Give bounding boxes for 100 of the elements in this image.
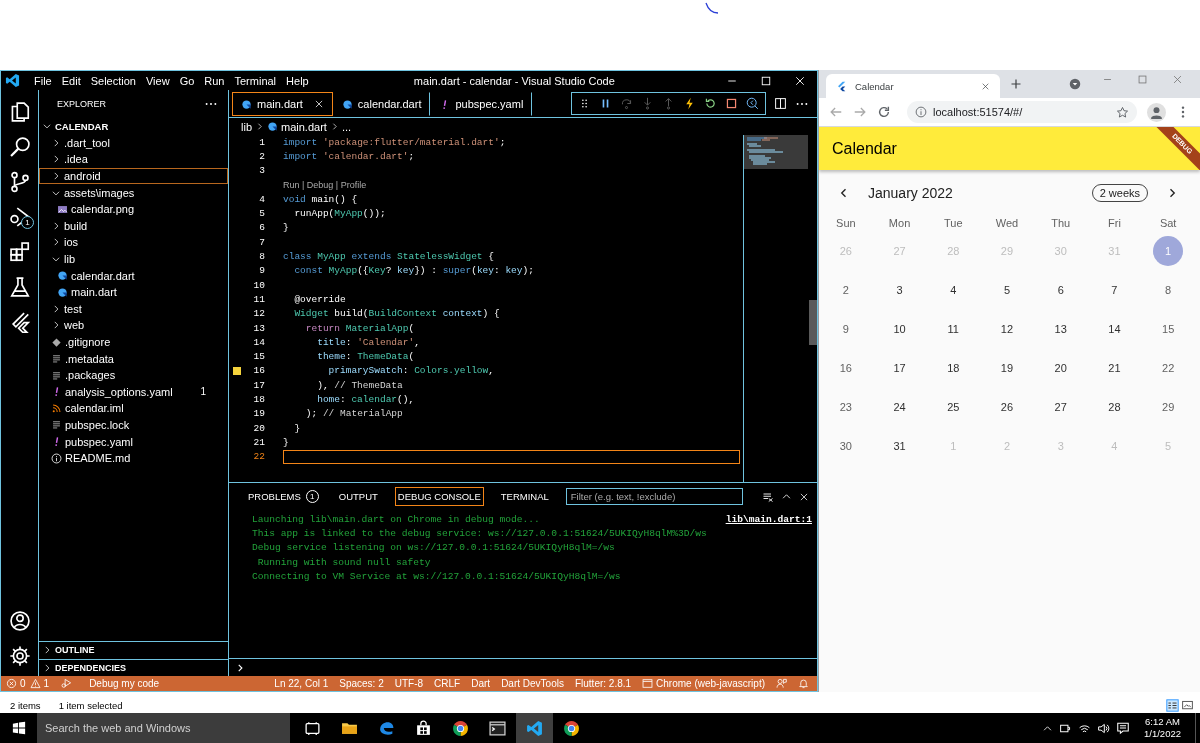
calendar-day[interactable]: 30 xyxy=(830,430,861,461)
tree-item[interactable]: calendar.png xyxy=(39,200,228,218)
stop-icon[interactable] xyxy=(725,97,738,110)
calendar-day[interactable]: 18 xyxy=(938,352,969,383)
run-debug-icon[interactable] xyxy=(8,205,31,228)
calendar-day[interactable]: 23 xyxy=(830,391,861,422)
breadcrumb-item[interactable]: main.dart xyxy=(281,120,327,133)
account-icon[interactable] xyxy=(8,609,31,632)
source-link[interactable]: lib\main.dart:1 xyxy=(725,513,812,525)
status-item[interactable]: 0 xyxy=(6,678,26,689)
tree-item[interactable]: build xyxy=(39,217,228,235)
calendar-day[interactable]: 5 xyxy=(992,274,1022,305)
windows-logo-icon[interactable] xyxy=(11,721,26,735)
maximize-icon[interactable] xyxy=(760,74,772,87)
tree-item[interactable]: android xyxy=(39,167,228,185)
calendar-day[interactable]: 28 xyxy=(1099,391,1130,422)
tree-item[interactable]: test xyxy=(39,300,228,318)
menu-item[interactable]: File xyxy=(29,74,57,87)
calendar-day[interactable]: 6 xyxy=(1045,274,1076,305)
search-icon[interactable] xyxy=(8,135,31,158)
tree-item[interactable]: main.dart xyxy=(39,283,228,301)
panel-tab[interactable]: PROBLEMS 1 xyxy=(245,486,322,507)
filter-field[interactable]: Filter (e.g. text, !exclude) xyxy=(565,488,743,505)
tree-item[interactable]: .packages xyxy=(39,366,228,384)
status-item[interactable] xyxy=(798,678,809,689)
clear-all-icon[interactable] xyxy=(762,490,774,503)
tree-item[interactable]: calendar.dart xyxy=(39,267,228,284)
settings-icon[interactable] xyxy=(8,644,31,667)
calendar-day[interactable]: 27 xyxy=(1045,391,1076,422)
tree-item[interactable]: lib xyxy=(39,250,228,268)
tab-search-icon[interactable] xyxy=(1069,78,1081,90)
status-item[interactable]: Dart DevTools xyxy=(501,678,564,689)
status-item[interactable] xyxy=(776,678,787,689)
tree-item[interactable]: assets\images xyxy=(39,184,228,201)
calendar-day[interactable]: 25 xyxy=(938,391,969,422)
tree-item[interactable]: analysis_options.yaml 1 xyxy=(39,383,228,401)
calendar-day[interactable]: 15 xyxy=(1153,313,1184,344)
calendar-day[interactable]: 7 xyxy=(1099,274,1130,305)
source-control-icon[interactable] xyxy=(8,170,31,193)
tree-item[interactable]: .gitignore xyxy=(39,333,228,351)
menu-item[interactable]: Go xyxy=(174,74,200,87)
calendar-day[interactable]: 11 xyxy=(938,313,969,344)
status-item[interactable]: Ln 22, Col 1 xyxy=(274,678,329,689)
status-item[interactable]: 1 xyxy=(29,678,50,689)
picture-view-icon[interactable] xyxy=(1181,698,1194,712)
menu-item[interactable]: Terminal xyxy=(229,74,282,87)
tree-item[interactable]: .dart_tool xyxy=(39,134,228,152)
extensions-icon[interactable] xyxy=(8,240,31,263)
search-field[interactable]: Search the web and Windows xyxy=(37,713,290,743)
calendar-day[interactable]: 26 xyxy=(992,391,1022,422)
chevron-up-icon[interactable] xyxy=(781,491,792,502)
address-bar[interactable]: localhost:51574/#/ xyxy=(907,101,1137,123)
tree-item[interactable]: README.md xyxy=(39,449,228,467)
breadcrumb-item[interactable]: lib xyxy=(241,120,252,133)
status-item[interactable]: Dart xyxy=(471,678,491,689)
close-icon[interactable] xyxy=(799,491,809,502)
notification-icon[interactable] xyxy=(1116,721,1130,735)
tree-item[interactable]: web xyxy=(39,317,228,334)
section-header[interactable]: OUTLINE xyxy=(39,641,228,659)
restart-icon[interactable] xyxy=(704,97,717,110)
split-editor-icon[interactable] xyxy=(774,97,787,110)
browser-tab[interactable]: Calendar xyxy=(826,74,1000,98)
tree-item[interactable]: .idea xyxy=(39,151,228,168)
calendar-day[interactable]: 21 xyxy=(1099,352,1130,383)
menu-item[interactable]: Help xyxy=(281,74,314,87)
status-item[interactable]: Debug my code xyxy=(53,678,160,689)
avatar-icon[interactable] xyxy=(1147,102,1166,122)
inspect-icon[interactable] xyxy=(746,97,759,110)
status-item[interactable]: Spaces: 2 xyxy=(339,678,384,689)
calendar-day[interactable]: 20 xyxy=(1045,352,1076,383)
reload-icon[interactable] xyxy=(877,105,891,119)
calendar-day[interactable]: 16 xyxy=(830,352,861,383)
folder-header[interactable]: CALENDAR xyxy=(39,118,228,135)
panel-tab[interactable]: DEBUG CONSOLE xyxy=(394,487,484,506)
calendar-day[interactable]: 12 xyxy=(992,313,1022,344)
flask-icon[interactable] xyxy=(8,275,31,298)
editor-tab[interactable]: pubspec.yaml xyxy=(430,92,533,116)
breadcrumb-item[interactable]: ... xyxy=(341,120,352,133)
status-item[interactable]: UTF-8 xyxy=(394,678,424,689)
menu-item[interactable]: Run xyxy=(199,74,230,87)
star-icon[interactable] xyxy=(1116,105,1129,119)
calendar-day[interactable]: 9 xyxy=(830,313,861,344)
codelens-links[interactable]: Run | Debug | Profile xyxy=(283,180,367,191)
calendar-day[interactable]: 2 xyxy=(830,274,861,305)
menu-item[interactable]: Edit xyxy=(56,74,86,87)
calendar-day[interactable]: 31 xyxy=(884,430,915,461)
calendar-day[interactable]: 8 xyxy=(1153,274,1184,305)
status-item[interactable]: CRLF xyxy=(434,678,461,689)
calendar-day[interactable]: 17 xyxy=(884,352,915,383)
panel-tab[interactable]: TERMINAL xyxy=(497,487,552,506)
editor-tab[interactable]: calendar.dart xyxy=(332,92,431,116)
panel-tab[interactable]: OUTPUT xyxy=(335,487,381,506)
tree-item[interactable]: .metadata xyxy=(39,350,228,367)
volume-icon[interactable] xyxy=(1097,721,1110,735)
status-item[interactable]: Flutter: 2.8.1 xyxy=(574,678,632,689)
calendar-day[interactable]: 22 xyxy=(1153,352,1184,383)
calendar-day[interactable]: 4 xyxy=(938,274,969,305)
menu-item[interactable]: View xyxy=(140,74,175,87)
calendar-day[interactable]: 13 xyxy=(1045,313,1076,344)
calendar-day[interactable]: 3 xyxy=(884,274,915,305)
